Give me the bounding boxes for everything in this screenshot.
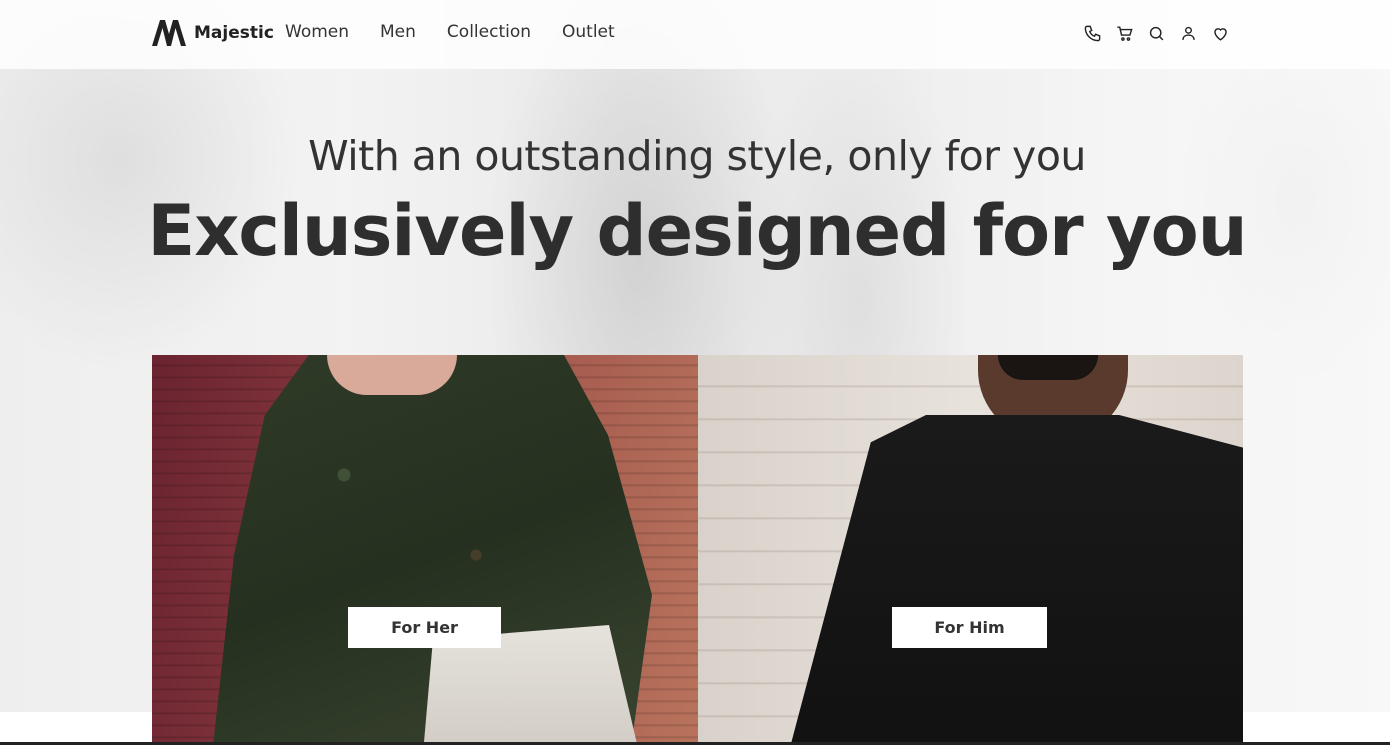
- for-him-button[interactable]: For Him: [892, 607, 1047, 648]
- hero-title: Exclusively designed for you: [147, 190, 1247, 272]
- majestic-logo-icon: [152, 20, 186, 46]
- category-card-her[interactable]: For Her: [152, 355, 698, 745]
- site-header: Majestic Women Men Collection Outlet: [0, 0, 1390, 69]
- nav-collection[interactable]: Collection: [447, 22, 531, 42]
- for-her-button[interactable]: For Her: [348, 607, 501, 648]
- category-card-him[interactable]: For Him: [698, 355, 1243, 745]
- hero-subtitle: With an outstanding style, only for you: [308, 132, 1086, 180]
- phone-icon[interactable]: [1083, 24, 1102, 43]
- her-model-image: [327, 355, 457, 395]
- nav-outlet[interactable]: Outlet: [562, 22, 615, 42]
- header-actions: [1083, 24, 1230, 43]
- him-product-image: [788, 415, 1243, 745]
- him-beard-image: [998, 355, 1098, 380]
- cart-icon[interactable]: [1115, 24, 1134, 43]
- brand-logo[interactable]: Majestic: [152, 20, 274, 46]
- main-nav: Women Men Collection Outlet: [285, 22, 615, 42]
- nav-women[interactable]: Women: [285, 22, 349, 42]
- nav-men[interactable]: Men: [380, 22, 416, 42]
- heart-icon[interactable]: [1211, 24, 1230, 43]
- brand-name: Majestic: [194, 23, 274, 43]
- user-icon[interactable]: [1179, 24, 1198, 43]
- search-icon[interactable]: [1147, 24, 1166, 43]
